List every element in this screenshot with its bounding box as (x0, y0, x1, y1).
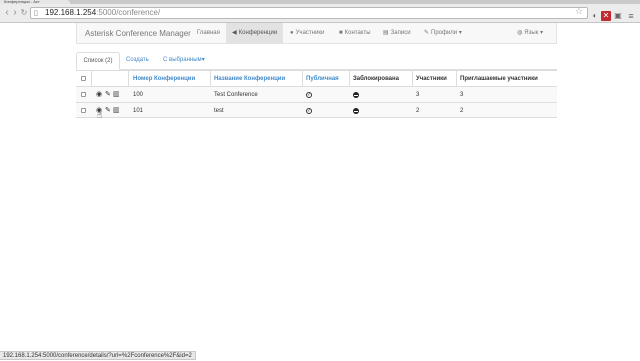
user-icon: ● (290, 30, 294, 36)
extension-icon[interactable]: ◐ (590, 11, 600, 21)
globe-icon: ◍ (517, 30, 523, 36)
invited-count: 2 (460, 108, 464, 114)
nav-conferences[interactable]: ◀ Конференции (226, 23, 283, 44)
app-navbar: Asterisk Conference Manager Главная ◀ Кон… (76, 23, 557, 44)
tab-create[interactable]: Создать (126, 52, 149, 69)
minus-circle-icon (353, 92, 359, 98)
nav-home-label: Главная (197, 30, 220, 36)
edit-icon[interactable]: ✎ (105, 103, 111, 119)
conference-name: Test Conference (214, 92, 258, 98)
minus-circle-icon (353, 108, 359, 114)
table-header: Номер Конференции Название Конференции П… (76, 70, 557, 86)
nav-contacts-label: Контакты (344, 30, 371, 36)
participants-count: 3 (416, 92, 420, 98)
header-invited: Приглашаемые участники (460, 76, 538, 82)
extension-page-icon[interactable]: ▣ (613, 11, 623, 21)
delete-icon[interactable]: ▥ (113, 87, 120, 103)
nav-records[interactable]: ▤ Записи (383, 23, 411, 44)
header-public[interactable]: Публичная (306, 71, 339, 87)
select-all-checkbox[interactable] (81, 76, 86, 81)
nav-contacts[interactable]: ■ Контакты (339, 23, 371, 44)
delete-icon[interactable]: ▥ (113, 103, 120, 119)
bookmark-star-icon[interactable]: ☆ (575, 7, 583, 16)
header-number[interactable]: Номер Конференции (133, 71, 195, 87)
menu-icon[interactable]: ≡ (626, 11, 636, 21)
nav-language[interactable]: ◍ Язык ▾ (517, 23, 543, 44)
nav-conferences-label: Конференции (238, 30, 278, 36)
book-icon: ■ (339, 30, 343, 36)
reload-icon[interactable]: ↻ (19, 8, 29, 18)
participants-count: 2 (416, 108, 420, 114)
nav-participants[interactable]: ● Участники (290, 23, 324, 44)
table-row: ◉ ✎ ▥ 101 test ✓ 2 2 (76, 102, 557, 118)
conference-name: test (214, 108, 224, 114)
conference-number: 101 (133, 108, 144, 114)
extension-abp-icon[interactable]: ✕ (601, 11, 611, 21)
tab-list[interactable]: Список (2) (76, 52, 120, 70)
address-bar[interactable]: ▯ 192.168.1.254:5000/conference/ (30, 7, 588, 19)
invited-count: 3 (460, 92, 464, 98)
row-checkbox[interactable] (81, 108, 86, 113)
view-tabs: Список (2) Создать С выбранным▾ (76, 52, 557, 70)
hand-cursor-icon: ☝ (97, 110, 103, 120)
ok-circle-icon: ✓ (306, 92, 312, 98)
nav-profiles[interactable]: ✎ Профили ▾ (424, 23, 462, 44)
page-icon: ▯ (34, 10, 38, 17)
header-participants: Участники (416, 76, 447, 82)
app-brand[interactable]: Asterisk Conference Manager (85, 23, 191, 44)
ok-circle-icon: ✓ (306, 108, 312, 114)
caret-down-icon: ▾ (201, 57, 205, 63)
url-host: 192.168.1.254 (45, 8, 97, 17)
caret-down-icon: ▾ (538, 30, 543, 36)
film-icon: ▤ (383, 30, 389, 36)
header-locked: Заблокирована (353, 76, 399, 82)
nav-profiles-label: Профили (431, 30, 458, 36)
row-checkbox[interactable] (81, 92, 86, 97)
nav-language-label: Язык (524, 30, 539, 36)
browser-toolbar: ‹ › ↻ ▯ 192.168.1.254:5000/conference/ ☆… (0, 4, 640, 23)
nav-records-label: Записи (390, 30, 411, 36)
browser-status-bar: 192.168.1.254:5000/conference/details/?u… (0, 351, 196, 360)
megaphone-icon: ◀ (232, 30, 237, 36)
caret-down-icon: ▾ (457, 30, 462, 36)
edit-icon[interactable]: ✎ (105, 87, 111, 103)
tab-with-selected[interactable]: С выбранным▾ (163, 52, 205, 69)
nav-participants-label: Участники (295, 30, 325, 36)
view-icon[interactable]: ◉ (96, 87, 102, 103)
nav-home[interactable]: Главная (197, 23, 220, 44)
table-row: ◉ ✎ ▥ 100 Test Conference ✓ 3 3 (76, 86, 557, 102)
conference-number: 100 (133, 92, 144, 98)
wrench-icon: ✎ (424, 30, 430, 36)
header-name[interactable]: Название Конференции (214, 71, 285, 87)
url-path: :5000/conference/ (96, 8, 161, 17)
tab-with-selected-label: С выбранным (163, 57, 202, 63)
